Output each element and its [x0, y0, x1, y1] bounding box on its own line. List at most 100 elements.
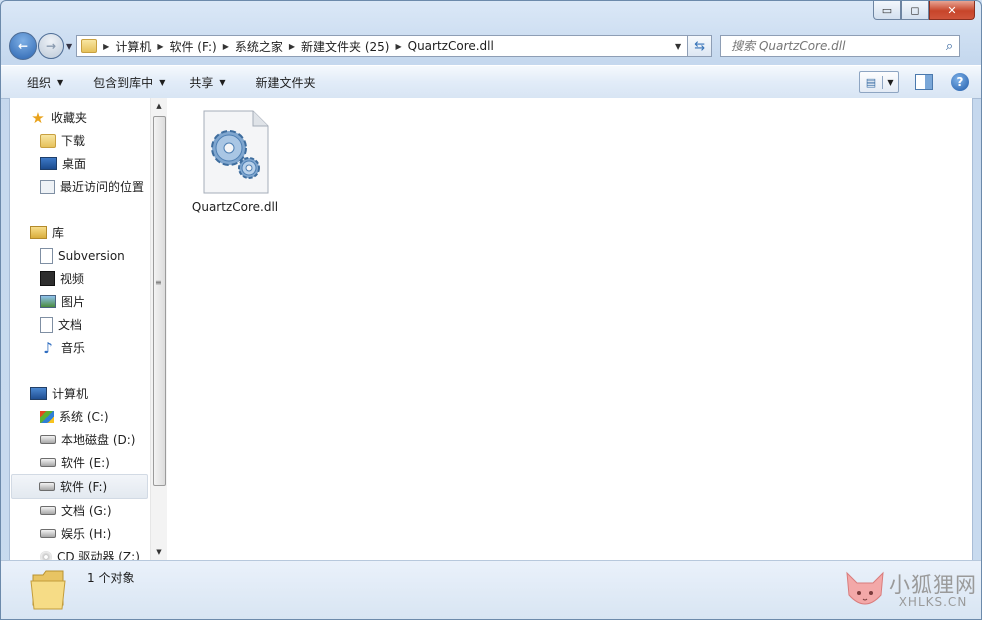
- breadcrumb-drive-f[interactable]: 软件 (F:): [169, 38, 216, 55]
- sidebar-group-libraries[interactable]: 库: [10, 221, 150, 244]
- toolbar-right-group: ▤ ▼ ?: [859, 71, 981, 93]
- sidebar-item-drive-f[interactable]: 软件 (F:): [11, 474, 148, 499]
- search-box[interactable]: ⌕: [720, 35, 961, 57]
- organize-menu[interactable]: 组织 ▼: [1, 74, 75, 91]
- documents-icon: [40, 316, 53, 333]
- sidebar-item-drive-e[interactable]: 软件 (E:): [10, 451, 150, 474]
- search-input[interactable]: [729, 38, 934, 54]
- breadcrumb-xitongzhijia[interactable]: 系统之家: [235, 38, 283, 55]
- sidebar-item-subversion[interactable]: Subversion: [10, 244, 150, 267]
- explorer-window: ▭ ◻ ✕ ← → ▼ ▶ 计算机 ▶ 软件 (F:) ▶ 系统之家 ▶ 新建文…: [0, 0, 982, 620]
- refresh-icon: ⇆: [694, 38, 706, 54]
- sidebar-item-label: 娱乐 (H:): [61, 527, 112, 541]
- chevron-right-icon[interactable]: ▶: [395, 42, 401, 51]
- sidebar-item-label: CD 驱动器 (Z:): [57, 550, 140, 560]
- file-list-area[interactable]: QuartzCore.dll: [167, 98, 972, 560]
- maximize-button[interactable]: ◻: [901, 1, 929, 20]
- sidebar-item-videos[interactable]: 视频: [10, 267, 150, 290]
- item-count-text: 1 个对象: [87, 571, 135, 585]
- preview-pane-button[interactable]: [915, 74, 933, 90]
- sidebar-item-label: 图片: [61, 295, 86, 309]
- organize-label: 组织: [27, 75, 52, 90]
- star-icon: ★: [31, 108, 45, 127]
- include-in-library-menu[interactable]: 包含到库中 ▼: [75, 74, 177, 91]
- sidebar-item-pictures[interactable]: 图片: [10, 290, 150, 313]
- close-button[interactable]: ✕: [929, 1, 975, 20]
- sidebar-item-label: 软件 (F:): [60, 480, 108, 494]
- details-pane: 1 个对象 小狐狸网 XHLKS.CN: [1, 560, 981, 619]
- fox-logo-icon: [846, 571, 884, 605]
- address-dropdown-button[interactable]: ▼: [669, 42, 687, 51]
- chevron-down-icon: ▼: [57, 77, 64, 87]
- sidebar-item-drive-h[interactable]: 娱乐 (H:): [10, 522, 150, 545]
- address-bar[interactable]: ▶ 计算机 ▶ 软件 (F:) ▶ 系统之家 ▶ 新建文件夹 (25) ▶ Qu…: [76, 35, 689, 57]
- scrollbar-thumb[interactable]: [153, 116, 166, 486]
- view-options-dropdown[interactable]: ▼: [883, 78, 898, 87]
- chevron-right-icon[interactable]: ▶: [157, 42, 163, 51]
- sidebar-group-label: 计算机: [52, 387, 89, 401]
- desktop-icon: [40, 157, 57, 170]
- help-button[interactable]: ?: [951, 73, 969, 91]
- chevron-right-icon[interactable]: ▶: [103, 42, 109, 51]
- navigation-pane-scrollbar[interactable]: ▲ ≡ ▼: [150, 98, 167, 560]
- scroll-down-icon[interactable]: ▼: [151, 544, 167, 560]
- caption-buttons: ▭ ◻ ✕: [873, 1, 975, 20]
- file-name: QuartzCore.dll: [191, 200, 279, 214]
- navigation-bar: ← → ▼ ▶ 计算机 ▶ 软件 (F:) ▶ 系统之家 ▶ 新建文件夹 (25…: [9, 31, 973, 61]
- sidebar-item-label: 本地磁盘 (D:): [61, 433, 136, 447]
- sidebar-item-desktop[interactable]: 桌面: [10, 152, 150, 175]
- pictures-icon: [40, 295, 56, 308]
- back-button[interactable]: ←: [9, 32, 37, 60]
- share-label: 共享: [189, 75, 214, 90]
- breadcrumb-quartzcore[interactable]: QuartzCore.dll: [408, 39, 494, 53]
- view-icon[interactable]: ▤: [860, 75, 883, 89]
- music-note-icon: ♪: [43, 338, 53, 357]
- watermark-en: XHLKS.CN: [898, 594, 968, 609]
- minimize-icon: ▭: [881, 3, 893, 17]
- sidebar-group-computer[interactable]: 计算机: [10, 382, 150, 405]
- navigation-pane: ★ 收藏夹 下载 桌面 最近访问的位置 库 Subversion 视频 图片 文…: [10, 98, 150, 560]
- recent-places-icon: [40, 179, 55, 194]
- sidebar-item-drive-z[interactable]: CD 驱动器 (Z:): [10, 545, 150, 560]
- sidebar-item-recent-places[interactable]: 最近访问的位置: [10, 175, 150, 198]
- sidebar-item-label: 桌面: [62, 157, 87, 171]
- scrollbar-grip-icon: ≡: [155, 278, 162, 287]
- sidebar-item-documents[interactable]: 文档: [10, 313, 150, 336]
- sidebar-item-drive-g[interactable]: 文档 (G:): [10, 499, 150, 522]
- share-menu[interactable]: 共享 ▼: [177, 74, 237, 91]
- new-folder-button[interactable]: 新建文件夹: [238, 74, 328, 91]
- drive-icon: [39, 482, 55, 491]
- sidebar-item-downloads[interactable]: 下载: [10, 129, 150, 152]
- change-view-button[interactable]: ▤ ▼: [859, 71, 899, 93]
- chevron-right-icon[interactable]: ▶: [223, 42, 229, 51]
- command-bar: 组织 ▼ 包含到库中 ▼ 共享 ▼ 新建文件夹 ▤ ▼ ?: [1, 65, 981, 99]
- file-item[interactable]: QuartzCore.dll: [187, 110, 283, 214]
- sidebar-group-favorites[interactable]: ★ 收藏夹: [10, 106, 150, 129]
- minimize-button[interactable]: ▭: [873, 1, 901, 20]
- sidebar-item-drive-d[interactable]: 本地磁盘 (D:): [10, 428, 150, 451]
- folder-icon: [81, 39, 98, 53]
- drive-icon: [40, 506, 56, 515]
- sidebar-item-label: Subversion: [58, 248, 125, 263]
- library-icon: [30, 226, 47, 239]
- chevron-right-icon[interactable]: ▶: [289, 42, 295, 51]
- sidebar-item-drive-c[interactable]: 系统 (C:): [10, 405, 150, 428]
- watermark-text: 小狐狸网 XHLKS.CN: [889, 574, 977, 609]
- forward-button[interactable]: →: [38, 33, 64, 59]
- system-drive-icon: [40, 410, 54, 423]
- refresh-button[interactable]: ⇆: [688, 35, 713, 57]
- breadcrumb-computer[interactable]: 计算机: [115, 38, 151, 55]
- subversion-library-icon: [40, 247, 53, 264]
- sidebar-group-label: 库: [52, 226, 65, 240]
- scroll-up-icon[interactable]: ▲: [151, 98, 167, 114]
- search-icon[interactable]: ⌕: [946, 39, 953, 54]
- breadcrumb-new-folder-25[interactable]: 新建文件夹 (25): [301, 38, 389, 55]
- help-icon: ?: [956, 75, 964, 89]
- sidebar-item-music[interactable]: ♪ 音乐: [10, 336, 150, 359]
- include-in-library-label: 包含到库中: [93, 75, 154, 90]
- recent-pages-dropdown[interactable]: ▼: [66, 42, 72, 51]
- watermark-logo: 小狐狸网 XHLKS.CN: [841, 569, 977, 613]
- maximize-icon: ◻: [910, 3, 920, 17]
- dll-gear-icon: [203, 110, 269, 194]
- watermark-cn: 小狐狸网: [889, 572, 977, 597]
